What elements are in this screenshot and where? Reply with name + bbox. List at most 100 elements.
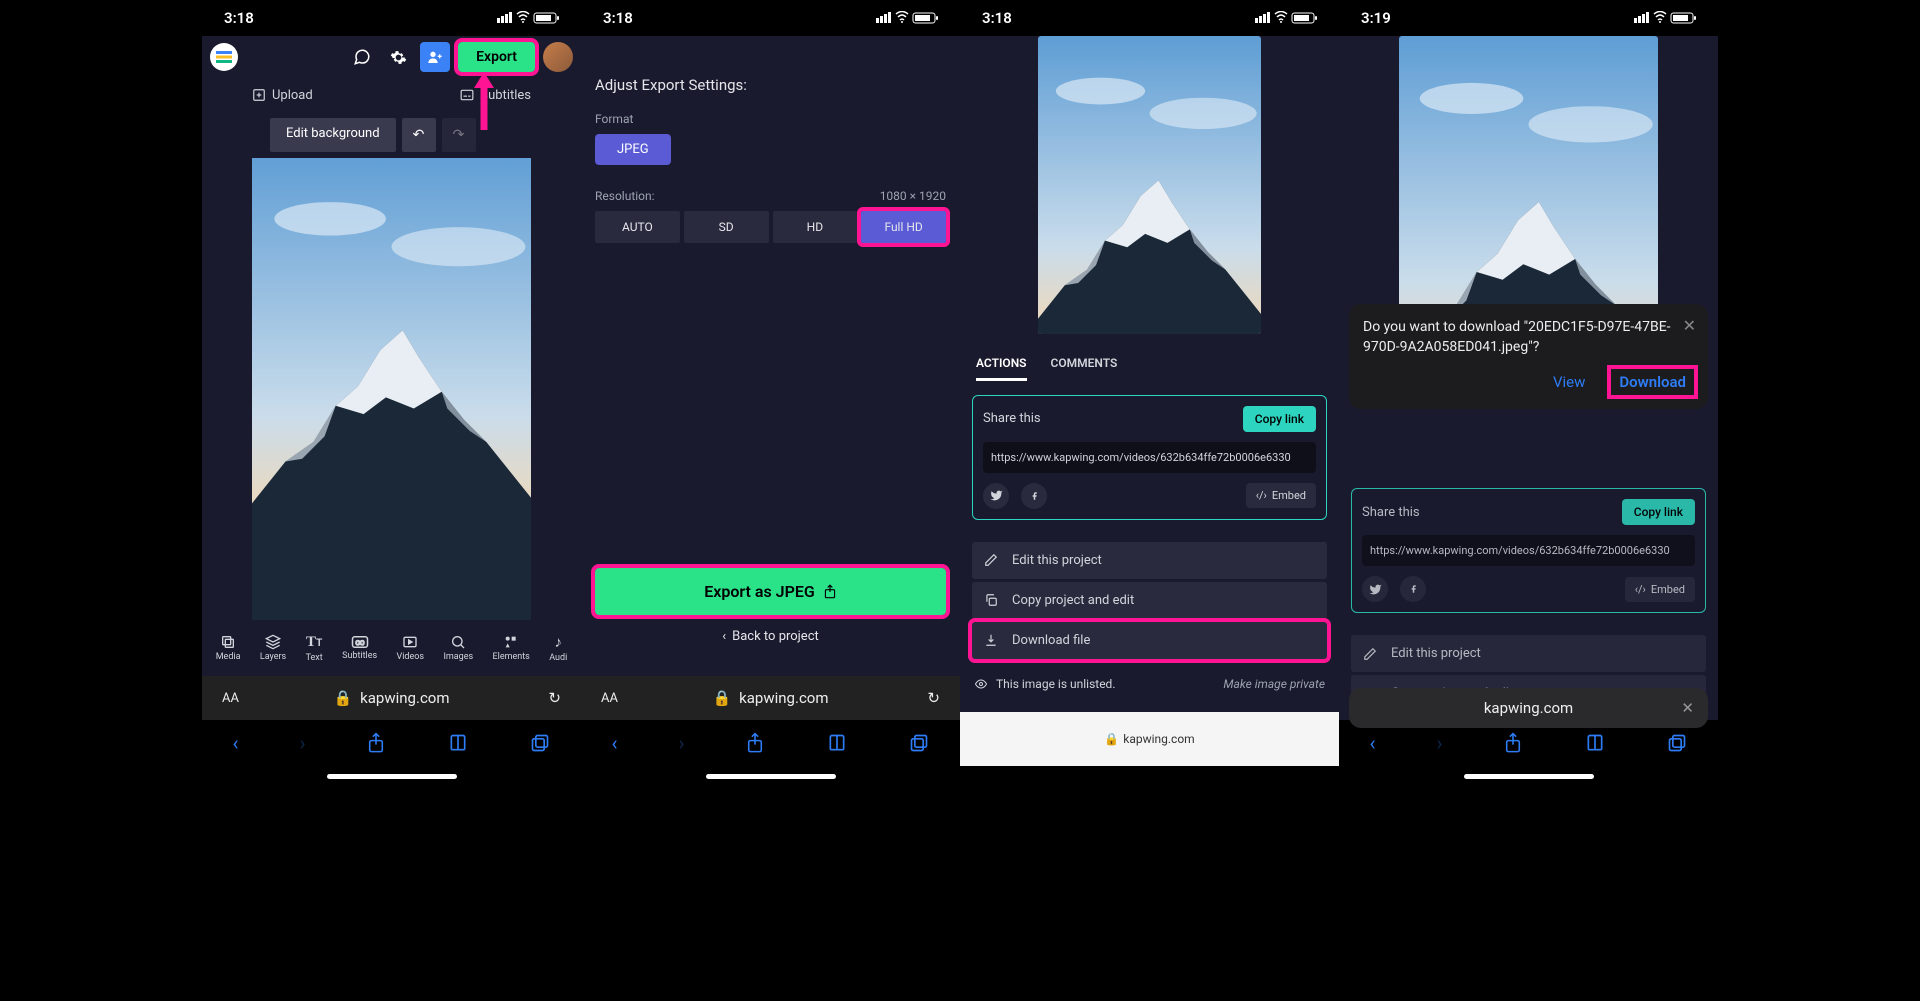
tool-videos[interactable]: Videos (397, 634, 425, 662)
tabs-icon[interactable] (909, 733, 929, 753)
make-private-link[interactable]: Make image private (1223, 677, 1325, 691)
sub-toolbar: Upload Subtitles (202, 78, 581, 112)
res-sd[interactable]: SD (684, 211, 769, 243)
chat-icon[interactable] (348, 43, 376, 71)
share-icon[interactable] (745, 732, 765, 754)
status-icons (1255, 11, 1317, 25)
preview-image (1038, 36, 1261, 334)
reload-icon[interactable]: ↻ (548, 689, 561, 707)
svg-text:CC: CC (355, 639, 364, 647)
back-icon[interactable]: ‹ (611, 731, 617, 755)
resolution-options: AUTO SD HD Full HD (595, 211, 946, 243)
user-avatar[interactable] (543, 42, 573, 72)
format-label: Format (595, 112, 946, 126)
tool-layers[interactable]: Layers (260, 634, 286, 662)
tab-comments[interactable]: COMMENTS (1051, 356, 1118, 381)
home-indicator[interactable] (1339, 766, 1718, 788)
edit-background-button[interactable]: Edit background (270, 118, 396, 152)
back-icon[interactable]: ‹ (232, 731, 238, 755)
app-toolbar: Export (202, 36, 581, 78)
upload-tab[interactable]: Upload (252, 88, 313, 103)
safari-address-bar[interactable]: AA 🔒 kapwing.com ↻ (581, 676, 960, 720)
lock-icon: 🔒 (712, 689, 731, 707)
reload-icon[interactable]: ↻ (927, 689, 940, 707)
bookmarks-icon[interactable] (447, 733, 469, 753)
safari-address-pill[interactable]: kapwing.com ✕ (1349, 688, 1708, 728)
tool-subtitles[interactable]: CCSubtitles (342, 635, 377, 661)
bookmarks-icon[interactable] (1584, 733, 1606, 753)
share-box: Share this Copy link https://www.kapwing… (972, 395, 1327, 520)
res-hd[interactable]: HD (773, 211, 858, 243)
back-to-project-button[interactable]: ‹Back to project (595, 615, 946, 658)
text-size-icon[interactable]: AA (601, 691, 618, 706)
tool-text[interactable]: TTText (306, 634, 323, 663)
status-icons (1634, 11, 1696, 25)
url-text: kapwing.com (739, 689, 828, 707)
url-text: kapwing.com (360, 689, 449, 707)
close-icon[interactable]: ✕ (1681, 699, 1694, 717)
url-text: kapwing.com (1123, 732, 1194, 746)
edit-project-button[interactable]: Edit this project (1351, 635, 1706, 672)
safari-tools: ‹ › (202, 720, 581, 766)
tabs-icon[interactable] (530, 733, 550, 753)
settings-icon[interactable] (384, 43, 412, 71)
download-button[interactable]: Download (1611, 369, 1694, 395)
embed-button[interactable]: ‹/›Embed (1246, 483, 1316, 508)
home-indicator[interactable] (202, 766, 581, 788)
share-url-field[interactable]: https://www.kapwing.com/videos/632b634ff… (983, 442, 1316, 473)
export-as-button[interactable]: Export as JPEG (595, 568, 946, 615)
res-fullhd[interactable]: Full HD (861, 211, 946, 243)
home-indicator[interactable] (960, 766, 1339, 788)
embed-button[interactable]: ‹/›Embed (1625, 577, 1695, 602)
status-time: 3:19 (1361, 9, 1391, 27)
export-panel: Adjust Export Settings: Format JPEG Reso… (581, 58, 960, 676)
share-icon[interactable] (366, 732, 386, 754)
twitter-icon[interactable] (983, 483, 1009, 509)
lock-icon: 🔒 (1104, 732, 1119, 746)
tabs-row: ACTIONS COMMENTS (960, 346, 1339, 381)
share-icon[interactable] (1503, 732, 1523, 754)
twitter-icon[interactable] (1362, 576, 1388, 602)
tool-media[interactable]: Media (216, 634, 241, 662)
close-icon[interactable]: ✕ (1683, 316, 1696, 335)
screen-2-export-settings: 3:18 Adjust Export Settings: Format JPEG… (581, 0, 960, 788)
copy-link-button[interactable]: Copy link (1243, 406, 1316, 432)
invite-button[interactable] (420, 42, 450, 72)
canvas-image[interactable] (252, 158, 531, 620)
safari-address-bar[interactable]: AA 🔒 kapwing.com ↻ (202, 676, 581, 720)
format-value[interactable]: JPEG (595, 134, 671, 165)
tool-images[interactable]: Images (443, 634, 473, 662)
home-indicator[interactable] (581, 766, 960, 788)
undo-button[interactable]: ↶ (402, 118, 436, 152)
lock-icon: 🔒 (333, 689, 352, 707)
back-icon[interactable]: ‹ (1369, 731, 1375, 755)
bottom-tools: Media Layers TTText CCSubtitles Videos I… (202, 620, 581, 676)
canvas-area[interactable] (202, 158, 581, 620)
view-button[interactable]: View (1553, 373, 1585, 391)
res-auto[interactable]: AUTO (595, 211, 680, 243)
tool-elements[interactable]: Elements (493, 634, 530, 662)
facebook-icon[interactable] (1400, 576, 1426, 602)
share-label: Share this (1362, 505, 1420, 520)
bookmarks-icon[interactable] (826, 733, 848, 753)
safari-address-bar[interactable]: 🔒 kapwing.com (960, 712, 1339, 766)
copy-link-button[interactable]: Copy link (1622, 499, 1695, 525)
export-button[interactable]: Export (458, 42, 535, 72)
facebook-icon[interactable] (1021, 483, 1047, 509)
screen-1-editor: 3:18 Export Upload Subtitles Edit backgr… (202, 0, 581, 788)
edit-project-button[interactable]: Edit this project (972, 542, 1327, 579)
screen-3-actions: 3:18 ACTIONS COMMENTS Share this Copy li… (960, 0, 1339, 788)
copy-project-button[interactable]: Copy project and edit (972, 582, 1327, 619)
status-bar: 3:18 (581, 0, 960, 36)
tab-actions[interactable]: ACTIONS (976, 356, 1027, 381)
download-file-button[interactable]: Download file (972, 622, 1327, 659)
resolution-value: 1080 × 1920 (880, 189, 946, 203)
forward-icon: › (299, 731, 305, 755)
text-size-icon[interactable]: AA (222, 691, 239, 706)
status-bar: 3:18 (960, 0, 1339, 36)
panel-title: Adjust Export Settings: (595, 76, 946, 94)
share-url-field[interactable]: https://www.kapwing.com/videos/632b634ff… (1362, 535, 1695, 566)
tool-audio[interactable]: ♪Audi (549, 633, 567, 663)
app-logo[interactable] (210, 43, 238, 71)
tabs-icon[interactable] (1667, 733, 1687, 753)
